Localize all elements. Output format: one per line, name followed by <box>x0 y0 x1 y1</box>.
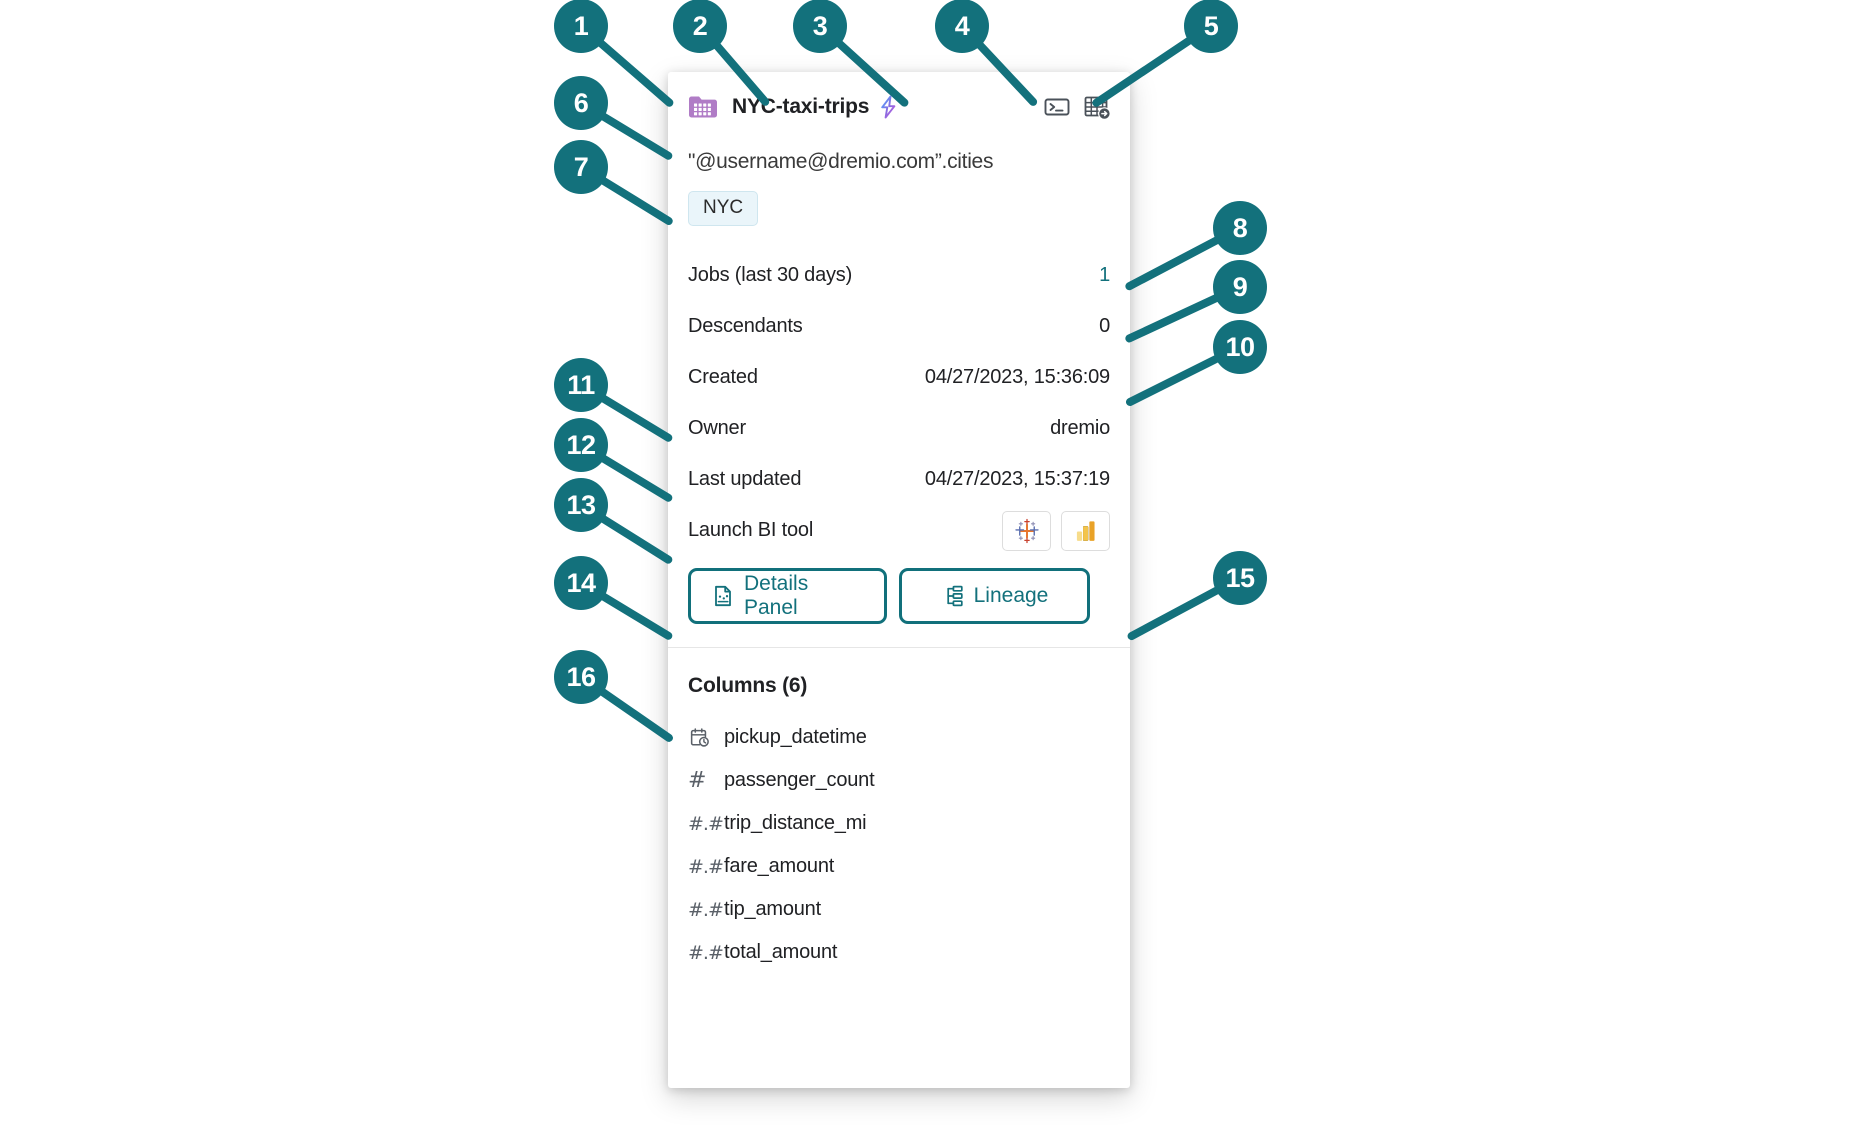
callout-badge-6: 6 <box>554 76 608 130</box>
column-row-tip-amount[interactable]: #.# tip_amount <box>688 888 1110 931</box>
meta-row-jobs: Jobs (last 30 days) 1 <box>688 250 1110 301</box>
callout-badge-2: 2 <box>673 0 727 53</box>
meta-label-last-updated: Last updated <box>688 468 802 490</box>
meta-label-launch-bi-tool: Launch BI tool <box>688 519 814 541</box>
lineage-icon <box>946 585 963 607</box>
tableau-launch-button[interactable] <box>1002 510 1051 551</box>
bi-tool-buttons <box>1002 510 1110 551</box>
meta-row-launch-bi-tool: Launch BI tool <box>688 505 1110 556</box>
decimal-icon: #.# <box>688 898 724 921</box>
lineage-label: Lineage <box>973 584 1049 607</box>
details-panel-button[interactable]: Details Panel <box>688 568 887 624</box>
meta-value-last-updated: 04/27/2023, 15:37:19 <box>924 468 1110 490</box>
callout-badge-13: 13 <box>554 478 608 532</box>
column-row-pickup-datetime[interactable]: pickup_datetime <box>688 716 1110 759</box>
meta-row-created: Created 04/27/2023, 15:36:09 <box>688 352 1110 403</box>
dataset-path: "@username@dremio.com”.cities <box>688 150 994 173</box>
callout-badge-5: 5 <box>1184 0 1238 53</box>
action-button-row: Details Panel Lineage <box>668 568 1130 624</box>
column-row-passenger-count[interactable]: # passenger_count <box>688 759 1110 802</box>
callout-badge-9: 9 <box>1213 260 1267 314</box>
hash-decimal-glyph: #.# <box>688 898 724 921</box>
column-row-fare-amount[interactable]: #.# fare_amount <box>688 845 1110 888</box>
columns-heading: Columns (6) <box>688 674 808 697</box>
dataset-name: NYC-taxi-trips <box>732 95 870 118</box>
sql-terminal-icon[interactable] <box>1042 92 1072 122</box>
callout-badge-4: 4 <box>935 0 989 53</box>
hash-decimal-glyph: #.# <box>688 855 724 878</box>
meta-value-descendants: 0 <box>1099 315 1110 337</box>
column-name: tip_amount <box>724 898 821 920</box>
lineage-button[interactable]: Lineage <box>899 568 1090 624</box>
column-row-total-amount[interactable]: #.# total_amount <box>688 931 1110 974</box>
column-name: fare_amount <box>724 855 835 877</box>
meta-row-owner: Owner dremio <box>688 403 1110 454</box>
tableau-icon <box>1014 518 1039 543</box>
tag-list: NYC <box>668 191 1130 226</box>
hash-glyph: # <box>688 768 707 793</box>
decimal-icon: #.# <box>688 855 724 878</box>
callout-badge-12: 12 <box>554 418 608 472</box>
section-divider <box>668 647 1130 648</box>
column-row-trip-distance-mi[interactable]: #.# trip_distance_mi <box>688 802 1110 845</box>
callout-badge-7: 7 <box>554 140 608 194</box>
column-name: trip_distance_mi <box>724 812 867 834</box>
integer-icon: # <box>688 768 722 793</box>
callout-badge-3: 3 <box>793 0 847 53</box>
powerbi-launch-button[interactable] <box>1061 510 1110 551</box>
purple-dataset-folder-icon <box>688 92 718 122</box>
meta-label-jobs: Jobs (last 30 days) <box>688 264 853 286</box>
powerbi-icon <box>1076 520 1095 541</box>
meta-label-descendants: Descendants <box>688 315 803 337</box>
meta-label-owner: Owner <box>688 417 746 439</box>
details-panel-icon <box>715 585 731 607</box>
decimal-icon: #.# <box>688 941 724 964</box>
hash-decimal-glyph: #.# <box>688 941 724 964</box>
columns-list: pickup_datetime # passenger_count #.# tr… <box>668 716 1130 974</box>
column-name: passenger_count <box>724 769 875 791</box>
column-name: total_amount <box>724 941 838 963</box>
callout-badge-14: 14 <box>554 556 608 610</box>
decimal-icon: #.# <box>688 812 724 835</box>
callout-badge-1: 1 <box>554 0 608 53</box>
callout-badge-15: 15 <box>1213 551 1267 605</box>
callout-badge-8: 8 <box>1213 201 1267 255</box>
dataset-summary-card: NYC-taxi-trips "@username@dremio.com”.ci… <box>668 72 1130 1088</box>
meta-row-descendants: Descendants 0 <box>688 301 1110 352</box>
callout-badge-11: 11 <box>554 358 608 412</box>
meta-value-jobs[interactable]: 1 <box>1099 264 1110 287</box>
card-header: NYC-taxi-trips <box>668 78 1130 136</box>
meta-label-created: Created <box>688 366 758 388</box>
meta-row-last-updated: Last updated 04/27/2023, 15:37:19 <box>688 454 1110 505</box>
datetime-icon <box>688 726 722 749</box>
metadata-list: Jobs (last 30 days) 1 Descendants 0 Crea… <box>668 250 1130 556</box>
screenshot-canvas: NYC-taxi-trips "@username@dremio.com”.ci… <box>0 0 1852 1140</box>
callout-badge-16: 16 <box>554 650 608 704</box>
meta-value-created: 04/27/2023, 15:36:09 <box>924 366 1110 388</box>
tag-nyc[interactable]: NYC <box>688 191 759 226</box>
meta-value-owner: dremio <box>1050 417 1110 439</box>
callout-badge-10: 10 <box>1213 320 1267 374</box>
details-panel-label: Details Panel <box>744 572 809 619</box>
hash-decimal-glyph: #.# <box>688 812 724 835</box>
column-name: pickup_datetime <box>724 726 867 748</box>
